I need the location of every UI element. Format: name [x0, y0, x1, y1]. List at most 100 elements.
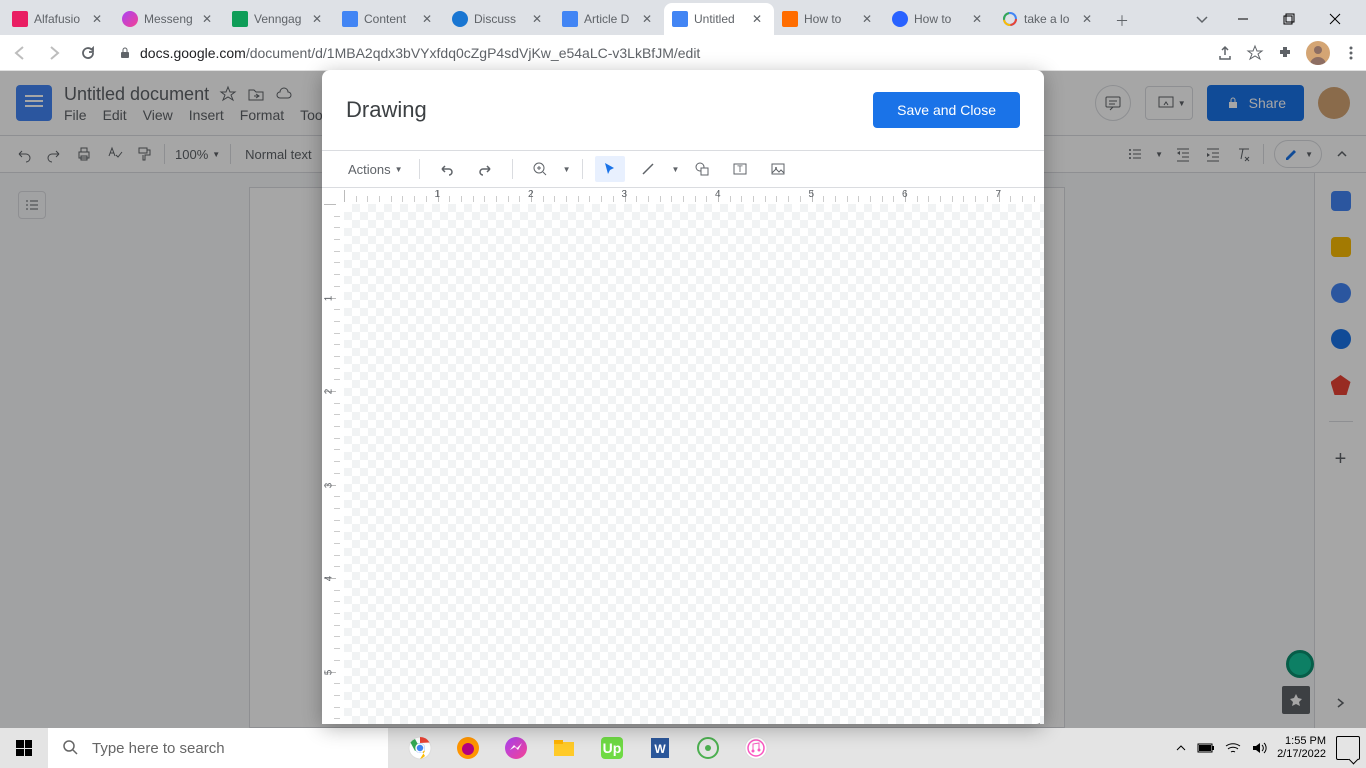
browser-tab[interactable]: How to ✕ — [774, 3, 884, 35]
select-tool-icon[interactable] — [595, 156, 625, 182]
drawing-toolbar: Actions▼ ▼ ▼ T — [322, 150, 1044, 188]
browser-tab[interactable]: Alfafusio ✕ — [4, 3, 114, 35]
close-icon[interactable]: ✕ — [642, 12, 656, 26]
tab-title: How to — [804, 12, 856, 26]
browser-tab[interactable]: Article D ✕ — [554, 3, 664, 35]
close-icon[interactable]: ✕ — [312, 12, 326, 26]
extensions-icon[interactable] — [1276, 44, 1294, 62]
tab-title: Venngag — [254, 12, 306, 26]
browser-tab[interactable]: Messeng ✕ — [114, 3, 224, 35]
close-icon[interactable]: ✕ — [752, 12, 766, 26]
upwork-icon[interactable]: Up — [588, 728, 636, 768]
tab-title: How to — [914, 12, 966, 26]
zoom-tool-icon[interactable] — [525, 156, 555, 182]
start-button[interactable] — [0, 728, 48, 768]
file-explorer-icon[interactable] — [540, 728, 588, 768]
svg-text:Up: Up — [603, 740, 622, 756]
search-icon — [62, 739, 80, 757]
image-tool-icon[interactable] — [763, 156, 793, 182]
messenger-icon[interactable] — [492, 728, 540, 768]
line-dropdown[interactable]: ▼ — [671, 165, 679, 174]
system-tray: 1:55 PM 2/17/2022 — [1175, 735, 1366, 761]
zoom-dropdown[interactable]: ▼ — [563, 165, 571, 174]
svg-text:T: T — [738, 164, 744, 174]
tab-favicon — [892, 11, 908, 27]
tab-favicon — [452, 11, 468, 27]
address-bar-row: docs.google.com/document/d/1MBA2qdx3bVYx… — [0, 35, 1366, 71]
tab-favicon — [342, 11, 358, 27]
tab-favicon — [1002, 11, 1018, 27]
wifi-icon[interactable] — [1225, 742, 1241, 754]
tab-favicon — [782, 11, 798, 27]
close-icon[interactable]: ✕ — [532, 12, 546, 26]
firefox-icon[interactable] — [444, 728, 492, 768]
tray-chevron-icon[interactable] — [1175, 742, 1187, 754]
battery-icon[interactable] — [1197, 742, 1215, 754]
lock-icon — [118, 46, 132, 60]
browser-tab[interactable]: Venngag ✕ — [224, 3, 334, 35]
svg-text:W: W — [654, 742, 666, 756]
url-text: docs.google.com/document/d/1MBA2qdx3bVYx… — [140, 45, 1200, 61]
maximize-icon[interactable] — [1266, 3, 1312, 35]
app-icon[interactable] — [684, 728, 732, 768]
line-tool-icon[interactable] — [633, 156, 663, 182]
shape-tool-icon[interactable] — [687, 156, 717, 182]
browser-tab[interactable]: Discuss✕ — [444, 3, 554, 35]
vertical-ruler: 12345 — [322, 204, 344, 724]
modal-title: Drawing — [346, 97, 427, 123]
bookmark-star-icon[interactable] — [1246, 44, 1264, 62]
close-icon[interactable]: ✕ — [422, 12, 436, 26]
tab-title: Messeng — [144, 12, 196, 26]
browser-tab-active[interactable]: Untitled✕ — [664, 3, 774, 35]
back-button[interactable] — [6, 39, 34, 67]
forward-button[interactable] — [40, 39, 68, 67]
close-icon[interactable]: ✕ — [1082, 12, 1096, 26]
itunes-icon[interactable] — [732, 728, 780, 768]
drawing-canvas[interactable] — [344, 204, 1044, 724]
profile-avatar[interactable] — [1306, 41, 1330, 65]
browser-tab-strip: Alfafusio ✕ Messeng ✕ Venngag ✕ Content ✕ Di… — [0, 0, 1366, 35]
tab-title: Alfafusio — [34, 12, 86, 26]
redo-icon[interactable] — [470, 156, 500, 182]
kebab-menu-icon[interactable] — [1342, 44, 1360, 62]
tab-favicon — [562, 11, 578, 27]
undo-icon[interactable] — [432, 156, 462, 182]
actions-menu[interactable]: Actions▼ — [344, 162, 407, 177]
tab-favicon — [12, 11, 28, 27]
volume-icon[interactable] — [1251, 741, 1267, 755]
drawing-modal: Drawing Save and Close Actions▼ ▼ ▼ T //… — [322, 70, 1044, 724]
tab-search-icon[interactable] — [1184, 3, 1220, 35]
textbox-tool-icon[interactable]: T — [725, 156, 755, 182]
browser-tab[interactable]: take a lo ✕ — [994, 3, 1104, 35]
taskbar-search[interactable]: Type here to search — [48, 728, 388, 768]
chrome-icon[interactable] — [396, 728, 444, 768]
address-icons — [1216, 41, 1360, 65]
new-tab-button[interactable]: ＋ — [1108, 7, 1136, 35]
close-icon[interactable]: ✕ — [202, 12, 216, 26]
close-icon[interactable]: ✕ — [92, 12, 106, 26]
taskbar-apps: Up W — [396, 728, 780, 768]
share-page-icon[interactable] — [1216, 44, 1234, 62]
browser-tab[interactable]: Content ✕ — [334, 3, 444, 35]
minimize-icon[interactable] — [1220, 3, 1266, 35]
tab-title: take a lo — [1024, 12, 1076, 26]
close-window-icon[interactable] — [1312, 3, 1358, 35]
modal-header: Drawing Save and Close — [322, 70, 1044, 150]
search-placeholder: Type here to search — [92, 740, 225, 757]
browser-tab[interactable]: How to ✕ — [884, 3, 994, 35]
save-and-close-button[interactable]: Save and Close — [873, 92, 1020, 128]
notification-icon[interactable] — [1336, 736, 1360, 760]
horizontal-ruler: // rendered by bind script below 1234567 — [344, 188, 1044, 204]
close-icon[interactable]: ✕ — [862, 12, 876, 26]
tab-title: Content — [364, 12, 416, 26]
word-icon[interactable]: W — [636, 728, 684, 768]
clock[interactable]: 1:55 PM 2/17/2022 — [1277, 735, 1326, 761]
time-text: 1:55 PM — [1277, 735, 1326, 748]
reload-button[interactable] — [74, 39, 102, 67]
windows-taskbar: Type here to search Up W 1:55 PM 2/17/20… — [0, 728, 1366, 768]
close-icon[interactable]: ✕ — [972, 12, 986, 26]
address-bar[interactable]: docs.google.com/document/d/1MBA2qdx3bVYx… — [108, 39, 1210, 67]
tab-favicon — [672, 11, 688, 27]
tab-title: Article D — [584, 12, 636, 26]
date-text: 2/17/2022 — [1277, 748, 1326, 761]
